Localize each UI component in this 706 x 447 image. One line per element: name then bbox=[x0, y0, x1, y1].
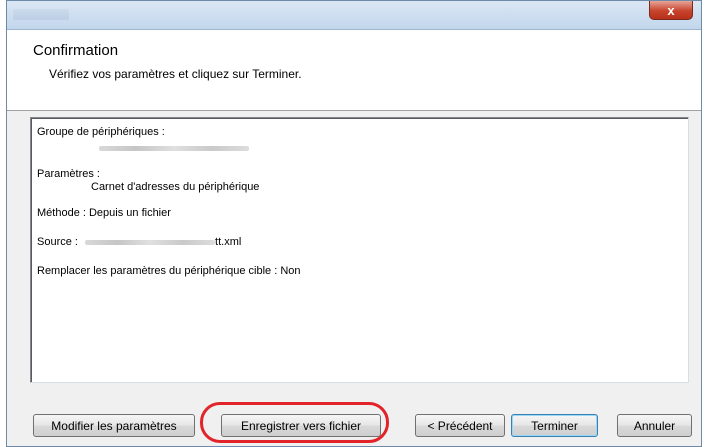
source-value-suffix: tt.xml bbox=[215, 236, 242, 248]
previous-button[interactable]: < Précédent bbox=[415, 414, 505, 437]
settings-value: Carnet d'adresses du périphérique bbox=[91, 181, 260, 193]
page-subtitle: Vérifiez vos paramètres et cliquez sur T… bbox=[49, 67, 302, 81]
source-label: Source : bbox=[37, 236, 78, 248]
modify-settings-button[interactable]: Modifier les paramètres bbox=[33, 414, 195, 437]
wizard-header: Confirmation Vérifiez vos paramètres et … bbox=[7, 30, 701, 111]
source-line: Source : tt.xml bbox=[37, 236, 241, 248]
save-to-file-button[interactable]: Enregistrer vers fichier bbox=[221, 414, 381, 437]
source-path-redacted bbox=[85, 239, 216, 245]
close-button[interactable]: x bbox=[649, 1, 693, 20]
title-bar[interactable]: x bbox=[7, 1, 701, 30]
finish-button[interactable]: Terminer bbox=[511, 414, 598, 437]
device-group-value-redacted bbox=[99, 142, 249, 154]
settings-label: Paramètres : bbox=[37, 168, 100, 180]
summary-panel[interactable]: Groupe de périphériques : Paramètres : C… bbox=[30, 117, 689, 383]
wizard-window: x Confirmation Vérifiez vos paramètres e… bbox=[6, 0, 702, 447]
replace-settings-line: Remplacer les paramètres du périphérique… bbox=[37, 265, 301, 277]
close-icon: x bbox=[667, 2, 675, 18]
page-title: Confirmation bbox=[33, 42, 119, 59]
method-line: Méthode : Depuis un fichier bbox=[37, 207, 171, 219]
window-title-redacted bbox=[13, 9, 69, 20]
device-group-label: Groupe de périphériques : bbox=[37, 126, 165, 138]
cancel-button[interactable]: Annuler bbox=[617, 414, 692, 437]
